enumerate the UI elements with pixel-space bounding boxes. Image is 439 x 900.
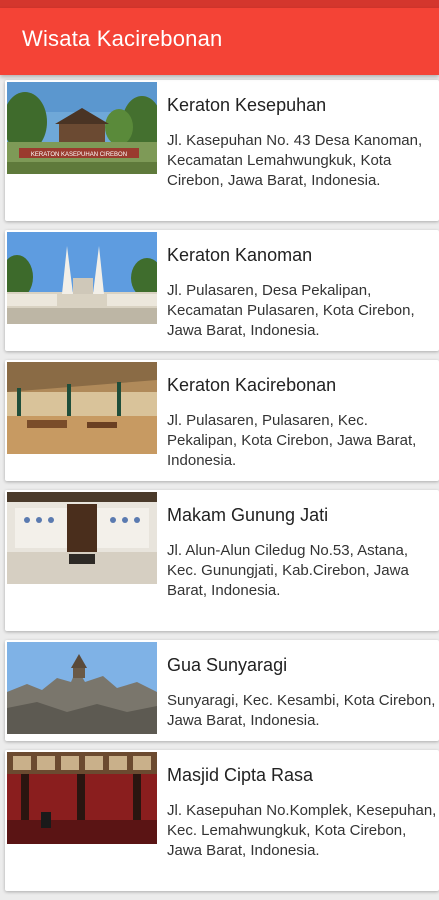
app-bar: Wisata Kacirebonan (0, 8, 439, 75)
list-item-makam-gunung-jati[interactable]: Makam Gunung Jati Jl. Alun-Alun Ciledug … (5, 490, 439, 631)
place-address: Sunyaragi, Kec. Kesambi, Kota Cirebon, J… (167, 692, 436, 729)
place-address: Jl. Alun-Alun Ciledug No.53, Astana, Kec… (167, 542, 409, 599)
list-item-masjid-cipta-rasa[interactable]: Masjid Cipta Rasa Jl. Kasepuhan No.Kompl… (5, 750, 439, 891)
place-name: Makam Gunung Jati (167, 505, 329, 525)
place-name: Keraton Kacirebonan (167, 375, 337, 395)
list-item-keraton-kesepuhan[interactable]: KERATON KASEPUHAN CIREBON Keraton Kesepu… (5, 80, 439, 221)
list-item-gua-sunyaragi[interactable]: Gua Sunyaragi Sunyaragi, Kec. Kesambi, K… (5, 640, 439, 741)
gua-sunyaragi-photo (7, 642, 157, 734)
place-name: Masjid Cipta Rasa (167, 765, 314, 785)
keraton-kacirebonan-photo (7, 362, 157, 454)
place-name: Keraton Kanoman (167, 245, 313, 265)
place-address: Jl. Pulasaren, Pulasaren, Kec. Pekalipan… (167, 412, 417, 469)
app-title: Wisata Kacirebonan (22, 26, 223, 51)
list-item-keraton-kacirebonan[interactable]: Keraton Kacirebonan Jl. Pulasaren, Pulas… (5, 360, 439, 481)
masjid-cipta-rasa-photo (7, 752, 157, 844)
place-address: Jl. Pulasaren, Desa Pekalipan, Kecamatan… (167, 282, 415, 339)
place-address: Jl. Kasepuhan No. 43 Desa Kanoman, Kecam… (167, 132, 423, 189)
place-address: Jl. Kasepuhan No.Komplek, Kesepuhan, Kec… (167, 802, 437, 859)
keraton-kanoman-photo (7, 232, 157, 324)
place-name: Keraton Kesepuhan (167, 95, 327, 115)
list-item-keraton-kanoman[interactable]: Keraton Kanoman Jl. Pulasaren, Desa Peka… (5, 230, 439, 351)
svg-text:KERATON KASEPUHAN CIREBON: KERATON KASEPUHAN CIREBON (31, 152, 127, 158)
keraton-kesepuhan-photo: KERATON KASEPUHAN CIREBON (7, 82, 157, 174)
makam-gunung-jati-photo (7, 492, 157, 584)
place-name: Gua Sunyaragi (167, 655, 288, 675)
status-bar (0, 0, 439, 8)
